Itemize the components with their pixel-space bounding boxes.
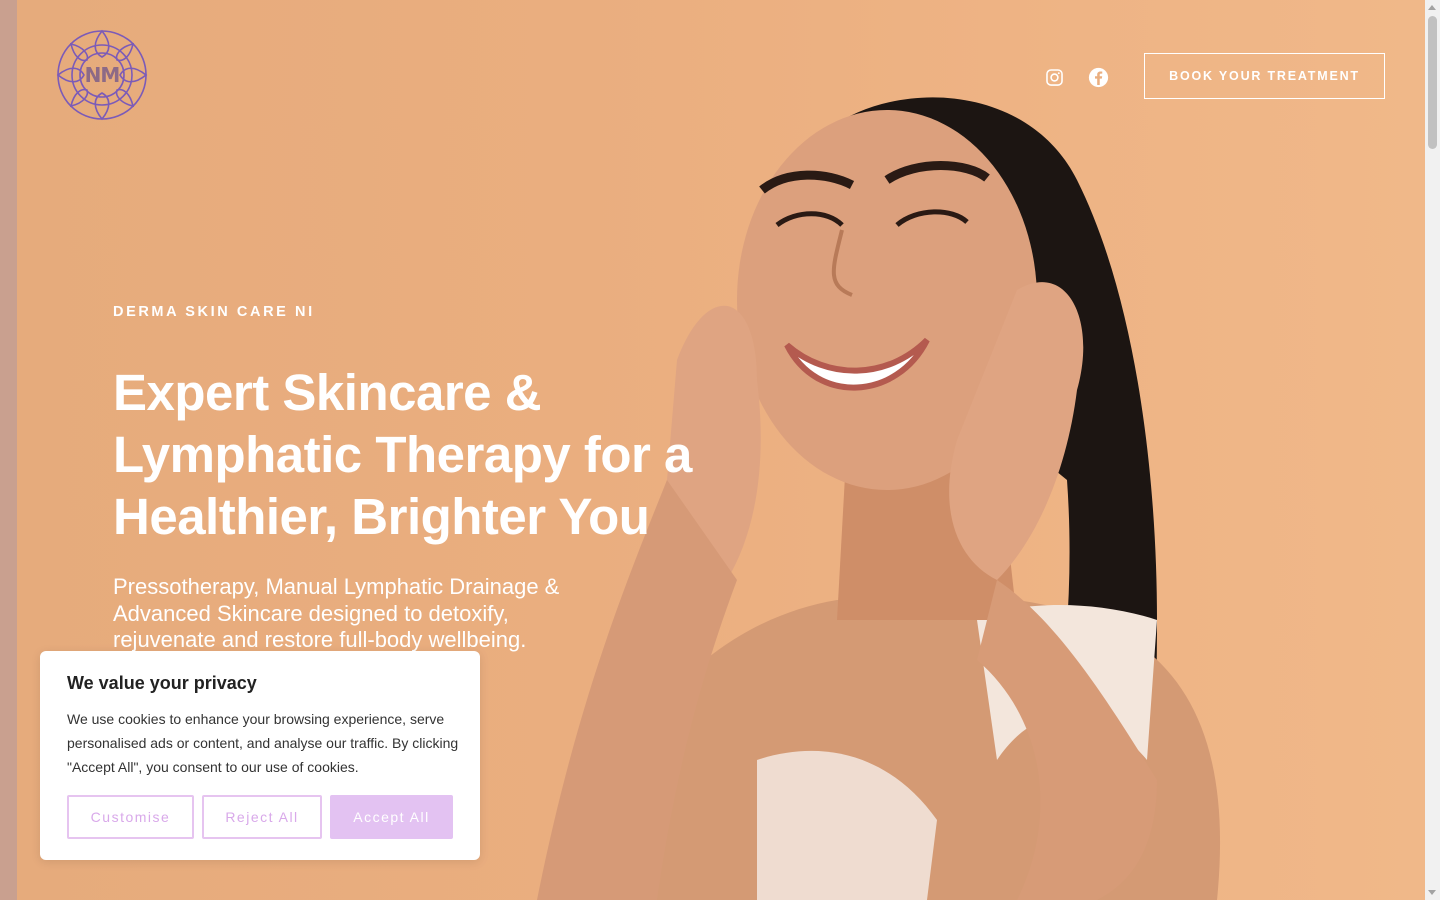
- reject-all-button[interactable]: Reject All: [202, 795, 322, 839]
- instagram-icon: [1045, 68, 1063, 86]
- left-edge-strip: [0, 0, 17, 900]
- accept-all-button[interactable]: Accept All: [330, 795, 453, 839]
- page-scrollbar[interactable]: [1425, 0, 1440, 900]
- cookie-title: We value your privacy: [67, 673, 257, 693]
- scroll-down-arrow-icon[interactable]: [1428, 890, 1436, 895]
- hero-subheadline: Pressotherapy, Manual Lymphatic Drainage…: [113, 574, 560, 652]
- book-treatment-button[interactable]: BOOK YOUR TREATMENT: [1144, 53, 1385, 99]
- logo-text: NM: [84, 63, 121, 87]
- instagram-link[interactable]: [1043, 66, 1065, 88]
- customise-button[interactable]: Customise: [67, 795, 194, 839]
- scroll-up-arrow-icon[interactable]: [1428, 5, 1436, 10]
- facebook-link[interactable]: [1087, 66, 1109, 88]
- cookie-description: We use cookies to enhance your browsing …: [67, 711, 459, 775]
- brand-eyebrow: DERMA SKIN CARE NI: [113, 304, 315, 320]
- scrollbar-thumb[interactable]: [1428, 16, 1437, 149]
- site-logo[interactable]: NM: [49, 22, 155, 128]
- cookie-consent-banner: We value your privacy We use cookies to …: [40, 651, 480, 860]
- facebook-icon: [1088, 67, 1108, 87]
- hero-headline: Expert Skincare & Lymphatic Therapy for …: [113, 364, 692, 545]
